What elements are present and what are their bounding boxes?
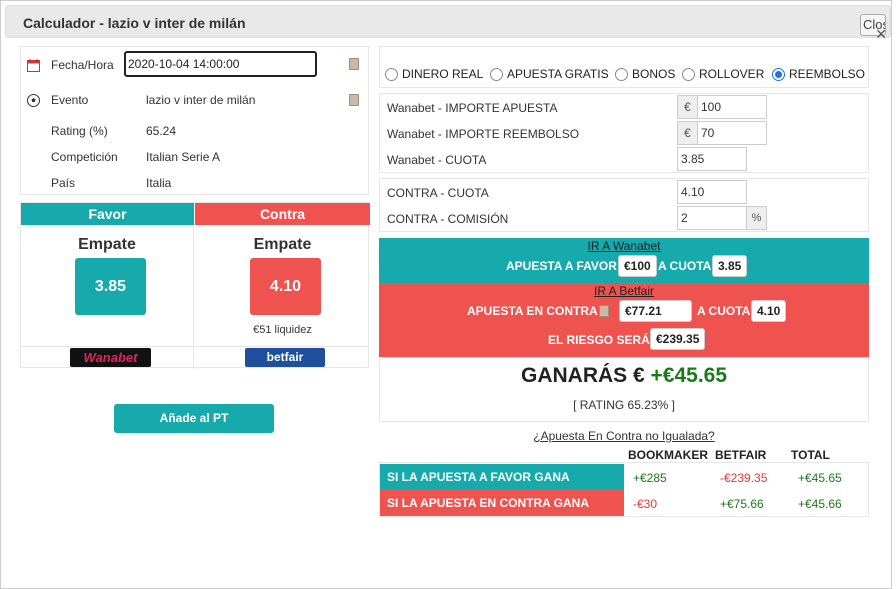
favor-column: Favor Empate 3.85 Wanabet [21,203,194,369]
apuesta-contra-text: APUESTA EN CONTRA [467,304,598,318]
riesgo-amount: €239.35 [650,328,706,350]
row-contra-bookmaker: -€30 [633,497,658,511]
copy-event-icon[interactable] [349,94,359,106]
row-contra-betfair: +€75.66 [720,497,764,511]
rating-label: Rating (%) [51,124,108,138]
contra-fields-panel: CONTRA - CUOTA CONTRA - COMISIÓN % [379,178,869,232]
ganaras-value: +€45.65 [650,364,728,387]
logo-divider [21,346,370,347]
radio-reembolso[interactable] [772,68,785,81]
contra-liquidity: €51 liquidez [253,324,312,336]
rating-value: 65.24 [146,124,177,138]
contra-selection: Empate [253,236,312,253]
radio-rollover-label: ROLLOVER [699,67,765,81]
favor-header: Favor [21,203,194,225]
header-bookmaker: BOOKMAKER [628,448,708,462]
apuesta-favor-amount: €100 [618,255,657,277]
radio-dinero-label: DINERO REAL [402,67,484,81]
pais-label: País [51,176,76,190]
go-betfair-link[interactable]: IR A Betfair [379,284,869,298]
importe-apuesta-input[interactable] [697,95,767,119]
radio-apuesta-gratis[interactable] [490,68,503,81]
betfair-logo-text: betfair [266,350,304,364]
go-wanabet-link[interactable]: IR A Wanabet [379,239,869,253]
radio-rollover[interactable] [682,68,695,81]
dialog-title: Calculador - lazio v inter de milán [23,15,246,31]
header-total: TOTAL [791,448,830,462]
calculator-dialog: Calculador - lazio v inter de milán Clos… [0,0,892,589]
add-to-pt-button[interactable]: Añade al PT [114,404,274,433]
wanabet-logo-text: Wanabet [83,350,138,365]
favor-instruction-band: IR A Wanabet APUESTA A FAVOR €100 A CUOT… [379,238,869,283]
contra-cuota-pill: 4.10 [751,300,787,322]
importe-reembolso-label: Wanabet - IMPORTE REEMBOLSO [387,127,580,141]
evento-label: Evento [51,93,89,107]
favor-selection: Empate [78,236,136,253]
radio-bonos[interactable] [615,68,628,81]
competicion-label: Competición [51,150,118,164]
fecha-input[interactable] [124,51,317,77]
row-favor-label: SI LA APUESTA A FAVOR GANA [379,464,624,490]
calendar-icon [26,59,40,73]
importe-reembolso-input[interactable] [697,121,767,145]
radio-bonos-label: BONOS [632,67,676,81]
table-row: SI LA APUESTA A FAVOR GANA +€285 -€239.3… [379,464,869,490]
copy-date-icon[interactable] [349,58,359,70]
competicion-row: Competición Italian Serie A [21,150,368,172]
unmatched-link[interactable]: ¿Apuesta En Contra no Igualada? [379,429,869,443]
a-cuota-text: A CUOTA [658,259,712,273]
importe-apuesta-label: Wanabet - IMPORTE APUESTA [387,101,558,115]
contra-header: Contra [195,203,370,225]
apuesta-favor-text: APUESTA A FAVOR [506,259,617,273]
evento-value: lazio v inter de milán [146,93,256,107]
euro-addon: € [677,121,697,145]
a-cuota-text: A CUOTA [697,304,751,318]
close-icon[interactable]: ✕ [875,26,887,43]
table-row: SI LA APUESTA EN CONTRA GANA -€30 +€75.6… [379,490,869,516]
cuota-label: Wanabet - CUOTA [387,153,487,167]
pais-row: País Italia [21,176,368,198]
header-betfair: BETFAIR [715,448,767,462]
copy-amount-icon[interactable] [599,305,609,317]
ganaras-label: GANARÁS € [520,364,645,387]
soccer-ball-icon [26,94,40,108]
contra-instruction-band: IR A Betfair APUESTA EN CONTRA €77.21 A … [379,283,869,357]
radio-gratis-label: APUESTA GRATIS [507,67,609,81]
contra-odds-box[interactable]: 4.10 [250,258,321,315]
row-contra-label: SI LA APUESTA EN CONTRA GANA [379,490,624,516]
cuota-input[interactable] [677,147,747,171]
betfair-logo[interactable]: betfair [245,348,325,367]
contra-comision-label: CONTRA - COMISIÓN [387,212,509,226]
apuesta-contra-amount: €77.21 [619,300,692,322]
contra-cuota-label: CONTRA - CUOTA [387,186,489,200]
favor-cuota-pill: 3.85 [712,255,748,277]
wanabet-logo[interactable]: Wanabet [70,348,151,367]
radio-reembolso-label: REEMBOLSO [789,67,866,81]
riesgo-text: EL RIESGO SERÁ [548,333,650,347]
row-contra-total: +€45.66 [798,497,842,511]
row-favor-betfair: -€239.35 [720,471,768,485]
bookmaker-fields-panel: Wanabet - IMPORTE APUESTA € Wanabet - IM… [379,93,869,173]
euro-addon: € [677,95,697,119]
radio-dinero-real[interactable] [385,68,398,81]
result-panel: GANARÁS € +€45.65 [ RATING 65.23% ] [379,357,869,422]
contra-column: Contra Empate 4.10 €51 liquidez betfair [195,203,370,369]
ganaras-line: GANARÁS € +€45.65 [380,364,868,388]
favor-odds-box[interactable]: 3.85 [75,258,146,315]
contra-cuota-input[interactable] [677,180,747,204]
pais-value: Italia [146,176,172,190]
competicion-value: Italian Serie A [146,150,221,164]
percent-addon: % [747,206,767,230]
row-favor-total: +€45.65 [798,471,842,485]
row-favor-bookmaker: +€285 [633,471,667,485]
fecha-label: Fecha/Hora [51,58,114,72]
evento-row: Evento lazio v inter de milán [21,93,368,115]
rating-row: Rating (%) 65.24 [21,124,368,146]
dialog-titlebar: Calculador - lazio v inter de milán Clos… [5,5,891,42]
favor-contra-panel: Favor Empate 3.85 Wanabet Contra Empate … [20,202,370,369]
contra-comision-input[interactable] [677,206,747,230]
rating-result: [ RATING 65.23% ] [573,398,675,412]
